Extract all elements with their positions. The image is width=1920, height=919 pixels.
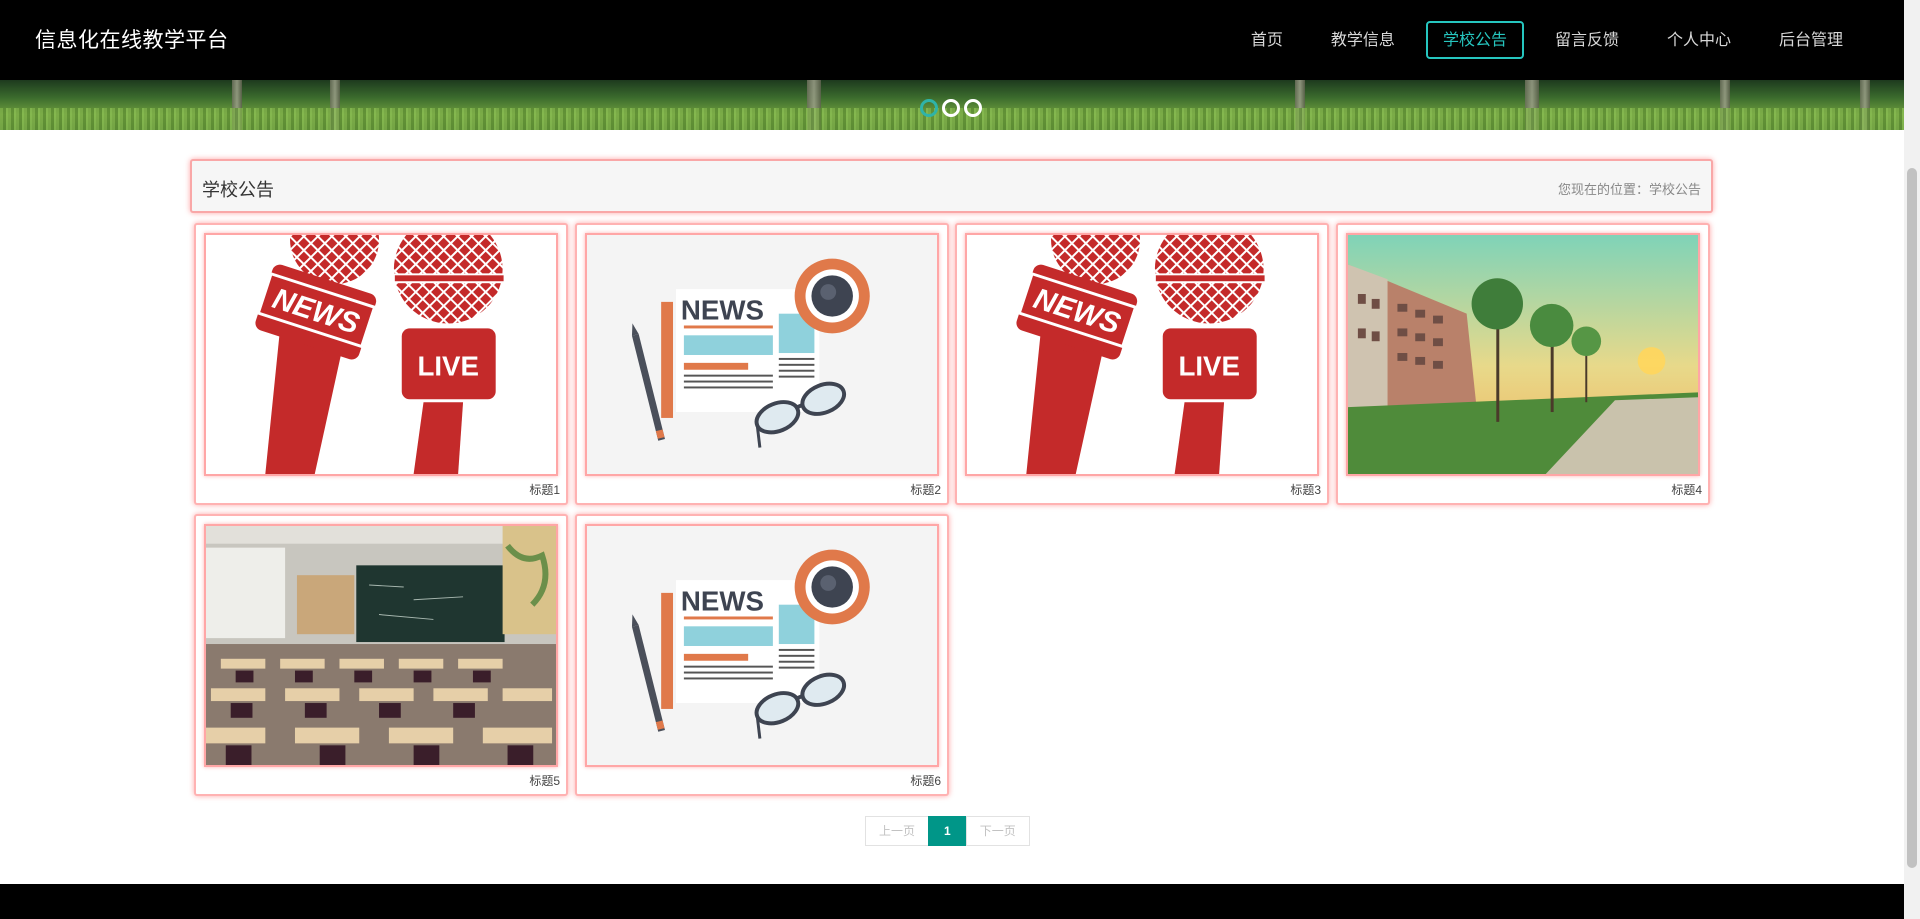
nav-teaching-info[interactable]: 教学信息 [1314, 21, 1412, 59]
notice-thumbnail[interactable] [585, 233, 939, 476]
notice-card[interactable]: 标题6 [575, 514, 949, 796]
vertical-scrollbar[interactable] [1904, 0, 1920, 919]
campus-building-image [1348, 235, 1698, 474]
top-navbar: 信息化在线教学平台 首页 教学信息 学校公告 留言反馈 个人中心 后台管理 [0, 0, 1904, 80]
nav-home[interactable]: 首页 [1234, 21, 1300, 59]
carousel-dot-1[interactable] [920, 99, 938, 117]
notice-title[interactable]: 标题6 [910, 772, 941, 789]
breadcrumb: 您现在的位置：学校公告 [1557, 182, 1701, 197]
newspaper-coffee-image [587, 235, 937, 474]
notice-card[interactable]: 标题2 [575, 223, 949, 505]
main-nav: 首页 教学信息 学校公告 留言反馈 个人中心 后台管理 [1227, 0, 1904, 80]
notice-thumbnail[interactable] [1346, 233, 1700, 476]
banner-carousel[interactable] [0, 80, 1904, 130]
next-page-button[interactable]: 下一页 [965, 816, 1030, 846]
notice-thumbnail[interactable] [585, 524, 939, 767]
newspaper-coffee-image [587, 526, 937, 765]
classroom-image [206, 526, 556, 765]
carousel-indicators [920, 99, 982, 117]
news-live-microphone-image [967, 235, 1317, 474]
notice-card[interactable]: 标题5 [194, 514, 568, 796]
notice-card[interactable]: 标题1 [194, 223, 568, 505]
page-number-current[interactable]: 1 [928, 816, 967, 846]
nav-admin[interactable]: 后台管理 [1762, 21, 1860, 59]
scrollbar-thumb[interactable] [1907, 168, 1917, 868]
notice-title[interactable]: 标题5 [529, 772, 560, 789]
notice-card[interactable]: 标题3 [955, 223, 1329, 505]
page-title: 学校公告 [202, 180, 274, 200]
nav-school-notice[interactable]: 学校公告 [1425, 21, 1524, 59]
news-live-microphone-image [206, 235, 556, 474]
notice-thumbnail[interactable] [204, 524, 558, 767]
prev-page-button[interactable]: 上一页 [865, 816, 930, 846]
section-header: 学校公告 您现在的位置：学校公告 [190, 159, 1713, 213]
notice-thumbnail[interactable] [204, 233, 558, 476]
notice-title[interactable]: 标题2 [910, 481, 941, 498]
notice-title[interactable]: 标题4 [1671, 481, 1702, 498]
carousel-dot-2[interactable] [942, 99, 960, 117]
notice-title[interactable]: 标题1 [529, 481, 560, 498]
notice-card[interactable]: 标题4 [1336, 223, 1710, 505]
pagination: 上一页 1 下一页 [865, 816, 1030, 846]
page-footer [0, 884, 1904, 919]
site-brand[interactable]: 信息化在线教学平台 [35, 24, 229, 54]
nav-feedback[interactable]: 留言反馈 [1538, 21, 1636, 59]
carousel-dot-3[interactable] [964, 99, 982, 117]
nav-personal-center[interactable]: 个人中心 [1650, 21, 1748, 59]
notice-thumbnail[interactable] [965, 233, 1319, 476]
notice-title[interactable]: 标题3 [1290, 481, 1321, 498]
